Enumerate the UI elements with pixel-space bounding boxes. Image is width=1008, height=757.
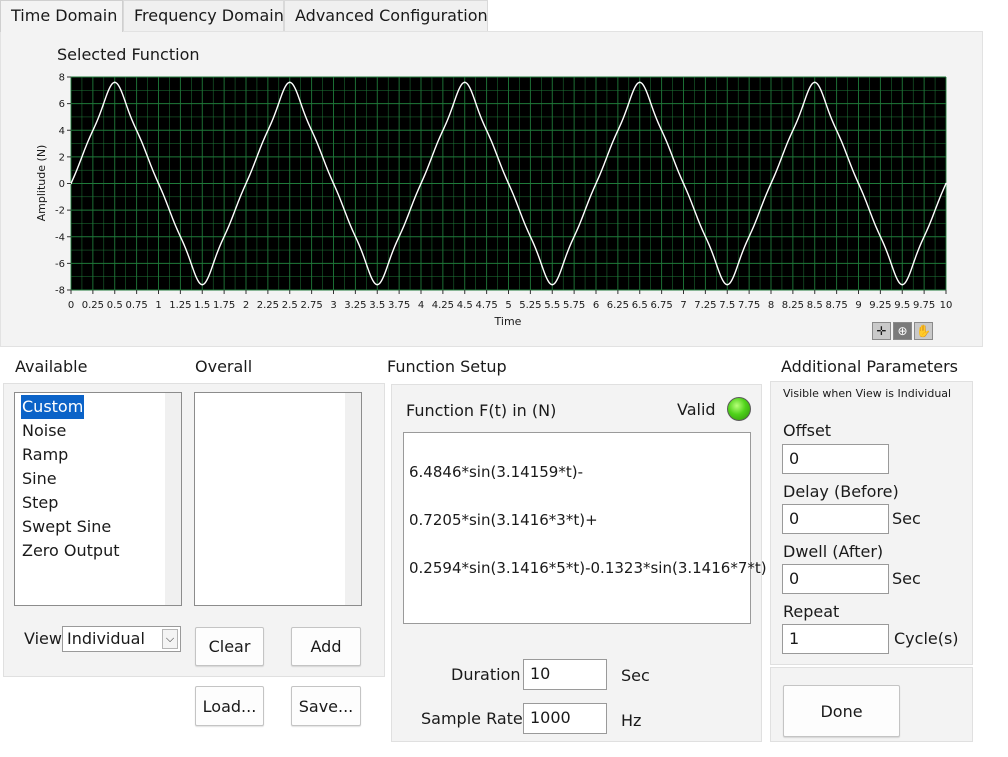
- list-item-custom[interactable]: Custom: [21, 395, 85, 419]
- expression-line: 0.2594*sin(3.1416*5*t)-0.1323*sin(3.1416…: [409, 559, 767, 577]
- overall-list[interactable]: [194, 392, 362, 606]
- list-item-swept-sine[interactable]: Swept Sine: [21, 515, 112, 539]
- sample-rate-field[interactable]: 1000: [523, 703, 607, 734]
- clear-button[interactable]: Clear: [195, 627, 264, 666]
- zoom-icon[interactable]: ⊕: [893, 322, 912, 340]
- tab-frequency-domain[interactable]: Frequency Domain: [123, 0, 284, 31]
- overall-scrollbar[interactable]: [345, 393, 361, 605]
- dwell-unit: Sec: [892, 569, 921, 588]
- valid-label: Valid: [677, 400, 716, 419]
- view-select[interactable]: Individual ⌵: [62, 626, 181, 652]
- additional-parameters-label: Additional Parameters: [781, 357, 958, 376]
- save-button[interactable]: Save...: [291, 686, 361, 726]
- done-button[interactable]: Done: [783, 685, 900, 737]
- list-item-sine[interactable]: Sine: [21, 467, 58, 491]
- duration-label: Duration: [451, 665, 521, 684]
- pan-hand-icon[interactable]: ✋: [914, 322, 933, 340]
- available-list[interactable]: Custom Noise Ramp Sine Step Swept Sine Z…: [14, 392, 182, 606]
- plot-area[interactable]: [71, 77, 946, 290]
- list-item-step[interactable]: Step: [21, 491, 59, 515]
- valid-indicator-led: [727, 397, 751, 421]
- overall-label: Overall: [195, 357, 253, 376]
- repeat-field[interactable]: 1: [782, 624, 889, 654]
- list-item-zero-output[interactable]: Zero Output: [21, 539, 120, 563]
- sample-rate-label: Sample Rate: [421, 709, 523, 728]
- available-scrollbar[interactable]: [165, 393, 181, 605]
- graph-title: Selected Function: [57, 45, 200, 64]
- function-field-label: Function F(t) in (N): [406, 401, 557, 420]
- view-label: View: [24, 629, 62, 648]
- chevron-down-icon[interactable]: ⌵: [162, 629, 178, 649]
- dwell-label: Dwell (After): [783, 542, 884, 561]
- list-item-noise[interactable]: Noise: [21, 419, 67, 443]
- load-button[interactable]: Load...: [195, 686, 264, 726]
- available-label: Available: [15, 357, 88, 376]
- visibility-note: Visible when View is Individual: [783, 387, 952, 400]
- expression-line: 0.7205*sin(3.1416*3*t)+: [409, 511, 598, 529]
- expression-line: 6.4846*sin(3.14159*t)-: [409, 463, 584, 481]
- graph-palette: ✛ ⊕ ✋: [872, 322, 934, 340]
- add-button[interactable]: Add: [291, 627, 361, 666]
- delay-field[interactable]: 0: [782, 504, 889, 534]
- duration-unit: Sec: [621, 666, 650, 685]
- list-item-ramp[interactable]: Ramp: [21, 443, 69, 467]
- dwell-field[interactable]: 0: [782, 564, 889, 594]
- function-setup-label: Function Setup: [387, 357, 507, 376]
- crosshair-icon[interactable]: ✛: [872, 322, 891, 340]
- tab-time-domain[interactable]: Time Domain: [0, 0, 123, 32]
- tab-strip: Time Domain Frequency Domain Advanced Co…: [0, 0, 1008, 32]
- sample-rate-unit: Hz: [621, 711, 642, 730]
- tab-advanced-configuration[interactable]: Advanced Configuration: [284, 0, 488, 31]
- function-expression-input[interactable]: 6.4846*sin(3.14159*t)- 0.7205*sin(3.1416…: [403, 432, 767, 624]
- offset-label: Offset: [783, 421, 832, 440]
- delay-label: Delay (Before): [783, 482, 899, 501]
- duration-field[interactable]: 10: [523, 659, 607, 690]
- delay-unit: Sec: [892, 509, 921, 528]
- repeat-label: Repeat: [783, 602, 840, 621]
- offset-field[interactable]: 0: [782, 444, 889, 474]
- view-select-value: Individual: [67, 629, 145, 648]
- repeat-unit: Cycle(s): [894, 629, 959, 648]
